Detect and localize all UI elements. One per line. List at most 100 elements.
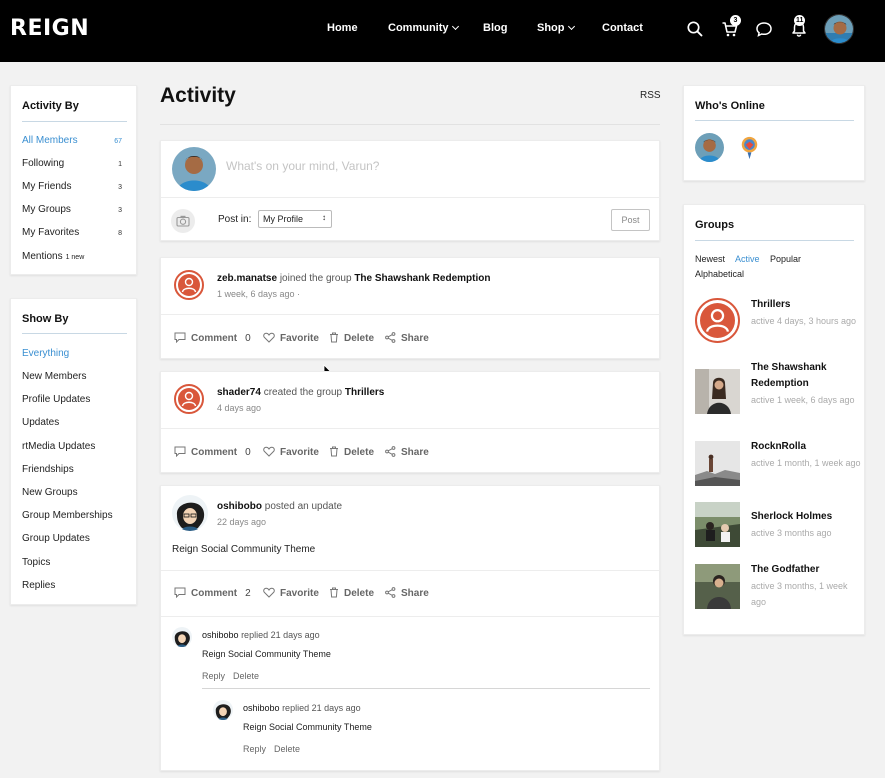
groups-tab-newest[interactable]: Newest	[695, 254, 725, 264]
nav-home[interactable]: Home	[327, 22, 358, 34]
favorite-button[interactable]: Favorite	[263, 587, 319, 599]
show-group-memberships[interactable]: Group Memberships	[22, 510, 113, 521]
reply-delete-button[interactable]: Delete	[233, 671, 259, 681]
user-avatar[interactable]	[824, 14, 854, 44]
post-in-select[interactable]: My Profile ↕	[258, 210, 332, 228]
reply-user-link[interactable]: oshibobo	[243, 703, 280, 713]
activity-content: Reign Social Community Theme	[172, 544, 316, 555]
activity-summary: oshibobo posted an update	[217, 501, 342, 512]
activity-action: created the group	[263, 387, 343, 398]
filter-following[interactable]: Following	[22, 158, 64, 169]
message-icon[interactable]	[755, 20, 773, 38]
nav-contact[interactable]: Contact	[602, 22, 643, 34]
show-by-title: Show By	[22, 313, 69, 325]
post-in-value: My Profile	[263, 214, 304, 224]
activity-target-link[interactable]: Thrillers	[345, 387, 384, 398]
group-thumb-sherlock[interactable]	[695, 502, 740, 547]
media-upload-button[interactable]	[171, 209, 195, 233]
group-thumb-godfather[interactable]	[695, 564, 740, 609]
post-button[interactable]: Post	[611, 209, 650, 231]
groups-tab-popular[interactable]: Popular	[770, 254, 801, 264]
rss-link[interactable]: RSS	[640, 90, 661, 101]
activity-timestamp[interactable]: 4 days ago	[217, 403, 261, 413]
all-members-count: 67	[114, 138, 122, 145]
show-friendships[interactable]: Friendships	[22, 464, 74, 475]
nav-shop[interactable]: Shop	[537, 22, 575, 34]
share-button[interactable]: Share	[385, 332, 429, 344]
show-replies[interactable]: Replies	[22, 580, 55, 591]
title-underline	[695, 120, 854, 121]
comment-icon	[174, 332, 186, 344]
activity-user-link[interactable]: zeb.manatse	[217, 273, 277, 284]
show-everything[interactable]: Everything	[22, 348, 69, 359]
activity-user-link[interactable]: oshibobo	[217, 501, 262, 512]
nav-community[interactable]: Community	[388, 22, 459, 34]
show-topics[interactable]: Topics	[22, 557, 50, 568]
group-avatar[interactable]	[174, 384, 204, 414]
show-profile-updates[interactable]: Profile Updates	[22, 394, 90, 405]
activity-user-link[interactable]: shader74	[217, 387, 261, 398]
status-input[interactable]: What's on your mind, Varun?	[226, 159, 379, 173]
reply-time: replied 21 days ago	[282, 703, 361, 713]
activity-item: oshibobo posted an update 22 days ago Re…	[160, 485, 661, 771]
group-name-link[interactable]: Sherlock Holmes	[751, 509, 861, 525]
reply-text: Reign Social Community Theme	[243, 722, 372, 732]
share-button[interactable]: Share	[385, 587, 429, 599]
online-user-avatar[interactable]	[735, 133, 764, 162]
show-updates[interactable]: Updates	[22, 417, 59, 428]
heart-icon	[263, 446, 275, 457]
group-thumb-thrillers[interactable]	[695, 298, 740, 343]
group-thumb-shawshank[interactable]	[695, 369, 740, 414]
favorite-button[interactable]: Favorite	[263, 446, 319, 458]
show-new-groups[interactable]: New Groups	[22, 487, 78, 498]
oshibobo-avatar[interactable]	[172, 495, 208, 531]
reply-delete-button[interactable]: Delete	[274, 744, 300, 754]
group-name-link[interactable]: The Shawshank Redemption	[751, 360, 861, 392]
reply-button[interactable]: Reply	[202, 671, 225, 681]
activity-timestamp[interactable]: 1 week, 6 days ago ·	[217, 289, 300, 299]
activity-by-widget: Activity By All Members 67 Following 1 M…	[10, 85, 137, 275]
site-logo[interactable]: REIGN	[10, 16, 89, 41]
share-button[interactable]: Share	[385, 446, 429, 458]
group-name-link[interactable]: The Godfather	[751, 562, 861, 578]
filter-my-friends[interactable]: My Friends	[22, 181, 71, 192]
group-image	[695, 369, 740, 414]
filter-all-members[interactable]: All Members	[22, 135, 78, 146]
group-avatar[interactable]	[174, 270, 204, 300]
comment-label: Comment	[191, 333, 238, 344]
filter-my-groups[interactable]: My Groups	[22, 204, 71, 215]
composer-avatar	[172, 147, 216, 191]
groups-tab-active[interactable]: Active	[735, 254, 760, 264]
filter-my-favorites[interactable]: My Favorites	[22, 227, 79, 238]
activity-item: zeb.manatse joined the group The Shawsha…	[160, 257, 661, 359]
nav-blog[interactable]: Blog	[483, 22, 507, 34]
reply-user-link[interactable]: oshibobo	[202, 630, 239, 640]
group-thumb-rocknrolla[interactable]	[695, 441, 740, 486]
divider	[161, 616, 661, 617]
show-new-members[interactable]: New Members	[22, 371, 86, 382]
comment-button[interactable]: Comment 2	[174, 587, 251, 599]
favorite-button[interactable]: Favorite	[263, 332, 319, 344]
search-icon[interactable]	[686, 20, 704, 38]
reply-button[interactable]: Reply	[243, 744, 266, 754]
comment-button[interactable]: Comment 0	[174, 332, 251, 344]
activity-target-link[interactable]: The Shawshank Redemption	[354, 273, 490, 284]
delete-button[interactable]: Delete	[329, 587, 374, 599]
online-user-avatar[interactable]	[695, 133, 724, 162]
reply-avatar[interactable]	[172, 627, 192, 647]
group-name-link[interactable]: Thrillers	[751, 297, 861, 313]
show-group-updates[interactable]: Group Updates	[22, 533, 90, 544]
group-name-link[interactable]: RocknRolla	[751, 439, 861, 455]
reply-avatar[interactable]	[213, 700, 233, 720]
comment-button[interactable]: Comment 0	[174, 446, 251, 458]
delete-button[interactable]: Delete	[329, 446, 374, 458]
activity-summary: zeb.manatse joined the group The Shawsha…	[217, 273, 490, 284]
filter-mentions[interactable]: Mentions 1 new	[22, 251, 84, 262]
groups-tab-alphabetical[interactable]: Alphabetical	[695, 269, 744, 279]
delete-button[interactable]: Delete	[329, 332, 374, 344]
show-rtmedia-updates[interactable]: rtMedia Updates	[22, 441, 95, 452]
activity-timestamp[interactable]: 22 days ago	[217, 517, 266, 527]
groups-title: Groups	[695, 219, 735, 231]
avatar-image	[825, 15, 853, 43]
group-activity-time: active 4 days, 3 hours ago	[751, 316, 857, 326]
